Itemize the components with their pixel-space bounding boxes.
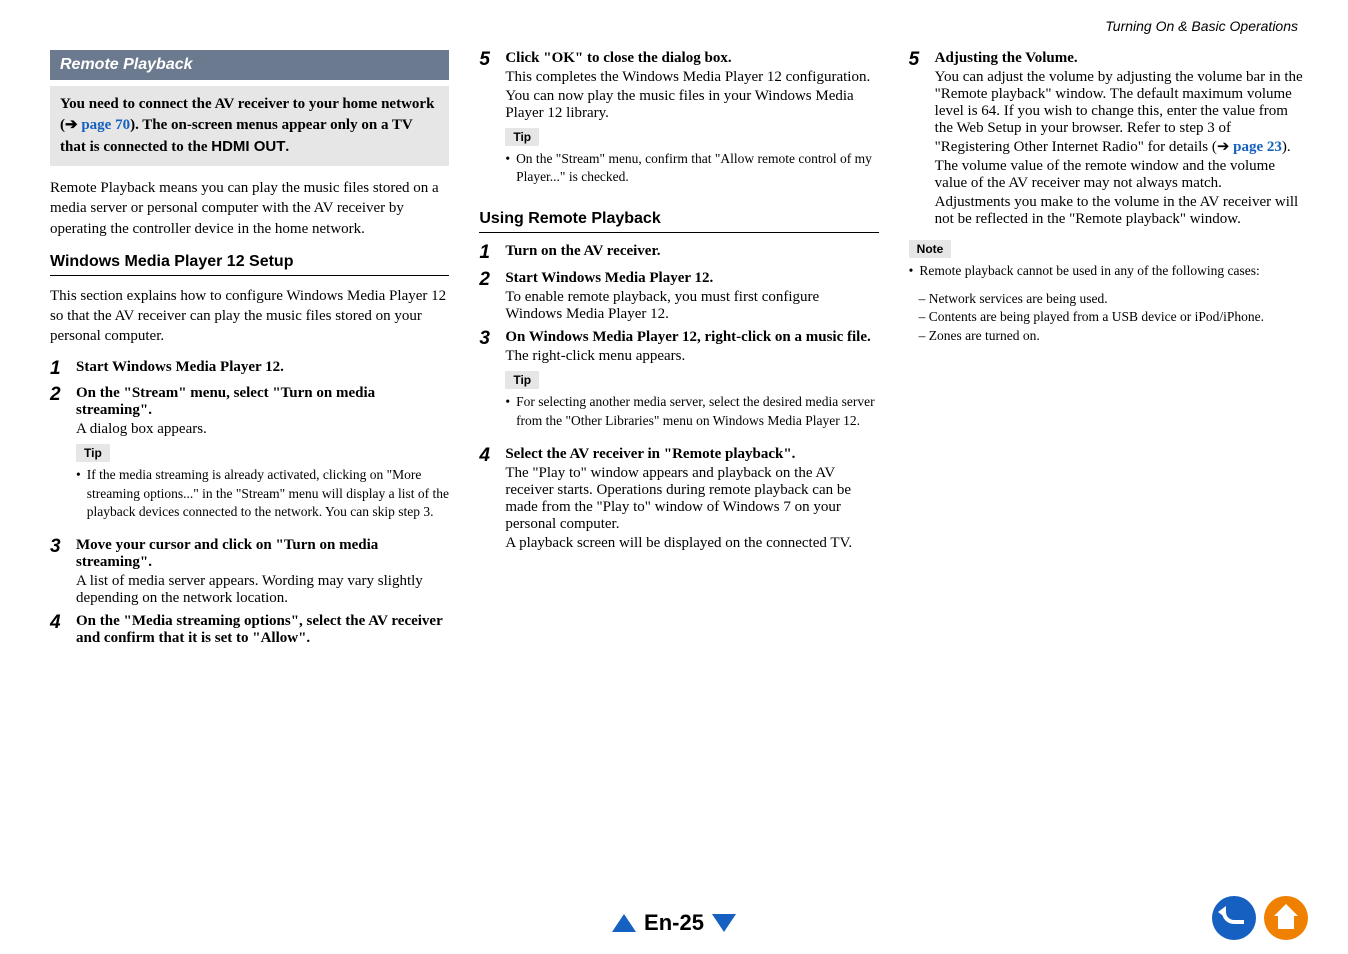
step-text: The "Play to" window appears and playbac… — [505, 465, 878, 533]
column-1: Remote Playback You need to connect the … — [50, 50, 449, 653]
step-number: 1 — [479, 243, 505, 264]
tip-bullet: For selecting another media server, sele… — [516, 393, 879, 429]
intro-paragraph: Remote Playback means you can play the m… — [50, 178, 449, 239]
step-text: A playback screen will be displayed on t… — [505, 535, 878, 552]
step-number: 2 — [50, 385, 76, 406]
step-text: You can adjust the volume by adjusting t… — [935, 69, 1308, 156]
column-3: 5 Adjusting the Volume. You can adjust t… — [909, 50, 1308, 653]
tip-label: Tip — [505, 371, 539, 389]
note-subitem: Contents are being played from a USB dev… — [919, 308, 1308, 326]
step-number: 3 — [479, 329, 505, 350]
step-4: 4 On the "Media streaming options", sele… — [50, 613, 449, 647]
info-text: . — [285, 139, 289, 155]
page-link-23[interactable]: page 23 — [1229, 139, 1282, 155]
step-text: The right-click menu appears. — [505, 348, 878, 365]
step-title: Select the AV receiver in "Remote playba… — [505, 446, 878, 463]
using-step-2: 2 Start Windows Media Player 12. To enab… — [479, 270, 878, 323]
three-column-layout: Remote Playback You need to connect the … — [50, 50, 1308, 653]
arrow-icon: ➔ — [65, 117, 78, 133]
using-step-4: 4 Select the AV receiver in "Remote play… — [479, 446, 878, 552]
step-2: 2 On the "Stream" menu, select "Turn on … — [50, 385, 449, 531]
step-text: A list of media server appears. Wording … — [76, 573, 449, 607]
using-step-1: 1 Turn on the AV receiver. — [479, 243, 878, 264]
section-title-band: Remote Playback — [50, 50, 449, 80]
step-title: Turn on the AV receiver. — [505, 243, 878, 260]
note-subitem: Zones are turned on. — [919, 327, 1308, 345]
tip-label: Tip — [505, 128, 539, 146]
step-text: This completes the Windows Media Player … — [505, 69, 878, 86]
heading-using-remote-playback: Using Remote Playback — [479, 210, 878, 233]
step-title: On the "Media streaming options", select… — [76, 613, 449, 647]
page-link-70[interactable]: page 70 — [78, 117, 131, 133]
heading-wmp-setup: Windows Media Player 12 Setup — [50, 253, 449, 276]
step-title: Click "OK" to close the dialog box. — [505, 50, 878, 67]
step-title: On Windows Media Player 12, right-click … — [505, 329, 878, 346]
using-step-3: 3 On Windows Media Player 12, right-clic… — [479, 329, 878, 439]
step-text: A dialog box appears. — [76, 421, 449, 438]
step-number: 4 — [50, 613, 76, 634]
info-box: You need to connect the AV receiver to y… — [50, 86, 449, 166]
note-sublist: Network services are being used. Content… — [909, 290, 1308, 345]
step-title: Start Windows Media Player 12. — [505, 270, 878, 287]
using-step-5: 5 Adjusting the Volume. You can adjust t… — [909, 50, 1308, 228]
info-text-hdmi: HDMI OUT — [211, 138, 285, 155]
note-label: Note — [909, 240, 952, 258]
step-3: 3 Move your cursor and click on "Turn on… — [50, 537, 449, 607]
tip-bullet: If the media streaming is already activa… — [87, 466, 450, 521]
tip-label: Tip — [76, 444, 110, 462]
note-bullet: Remote playback cannot be used in any of… — [919, 262, 1259, 280]
step-number: 4 — [479, 446, 505, 467]
running-header: Turning On & Basic Operations — [1105, 18, 1298, 34]
step-number: 2 — [479, 270, 505, 291]
tip-content: If the media streaming is already activa… — [76, 466, 449, 521]
tip-content: For selecting another media server, sele… — [505, 393, 878, 429]
step-text: Adjustments you make to the volume in th… — [935, 194, 1308, 228]
page-number: En-25 — [644, 910, 704, 936]
nav-bottom-right — [1212, 896, 1308, 940]
step-text: To enable remote playback, you must firs… — [505, 289, 878, 323]
home-icon[interactable] — [1264, 896, 1308, 940]
step-title: Adjusting the Volume. — [935, 50, 1308, 67]
tip-bullet: On the "Stream" menu, confirm that "Allo… — [516, 150, 879, 186]
prev-page-icon[interactable] — [612, 914, 636, 932]
arrow-icon: ➔ — [1217, 139, 1230, 155]
step-text: The volume value of the remote window an… — [935, 158, 1308, 192]
step-1: 1 Start Windows Media Player 12. — [50, 359, 449, 380]
step-5-setup: 5 Click "OK" to close the dialog box. Th… — [479, 50, 878, 196]
page-footer: En-25 — [0, 910, 1348, 936]
step-number: 5 — [909, 50, 935, 71]
step-title: On the "Stream" menu, select "Turn on me… — [76, 385, 449, 419]
column-2: 5 Click "OK" to close the dialog box. Th… — [479, 50, 878, 653]
description: This section explains how to configure W… — [50, 286, 449, 347]
step-title: Start Windows Media Player 12. — [76, 359, 449, 376]
step-number: 1 — [50, 359, 76, 380]
note-subitem: Network services are being used. — [919, 290, 1308, 308]
step-number: 5 — [479, 50, 505, 71]
step-text-span: ). — [1282, 139, 1291, 155]
step-number: 3 — [50, 537, 76, 558]
note-content: Remote playback cannot be used in any of… — [909, 262, 1308, 280]
next-page-icon[interactable] — [712, 914, 736, 932]
tip-content: On the "Stream" menu, confirm that "Allo… — [505, 150, 878, 186]
page: Turning On & Basic Operations Remote Pla… — [0, 0, 1348, 954]
step-title: Move your cursor and click on "Turn on m… — [76, 537, 449, 571]
back-icon[interactable] — [1212, 896, 1256, 940]
step-text: You can now play the music files in your… — [505, 88, 878, 122]
